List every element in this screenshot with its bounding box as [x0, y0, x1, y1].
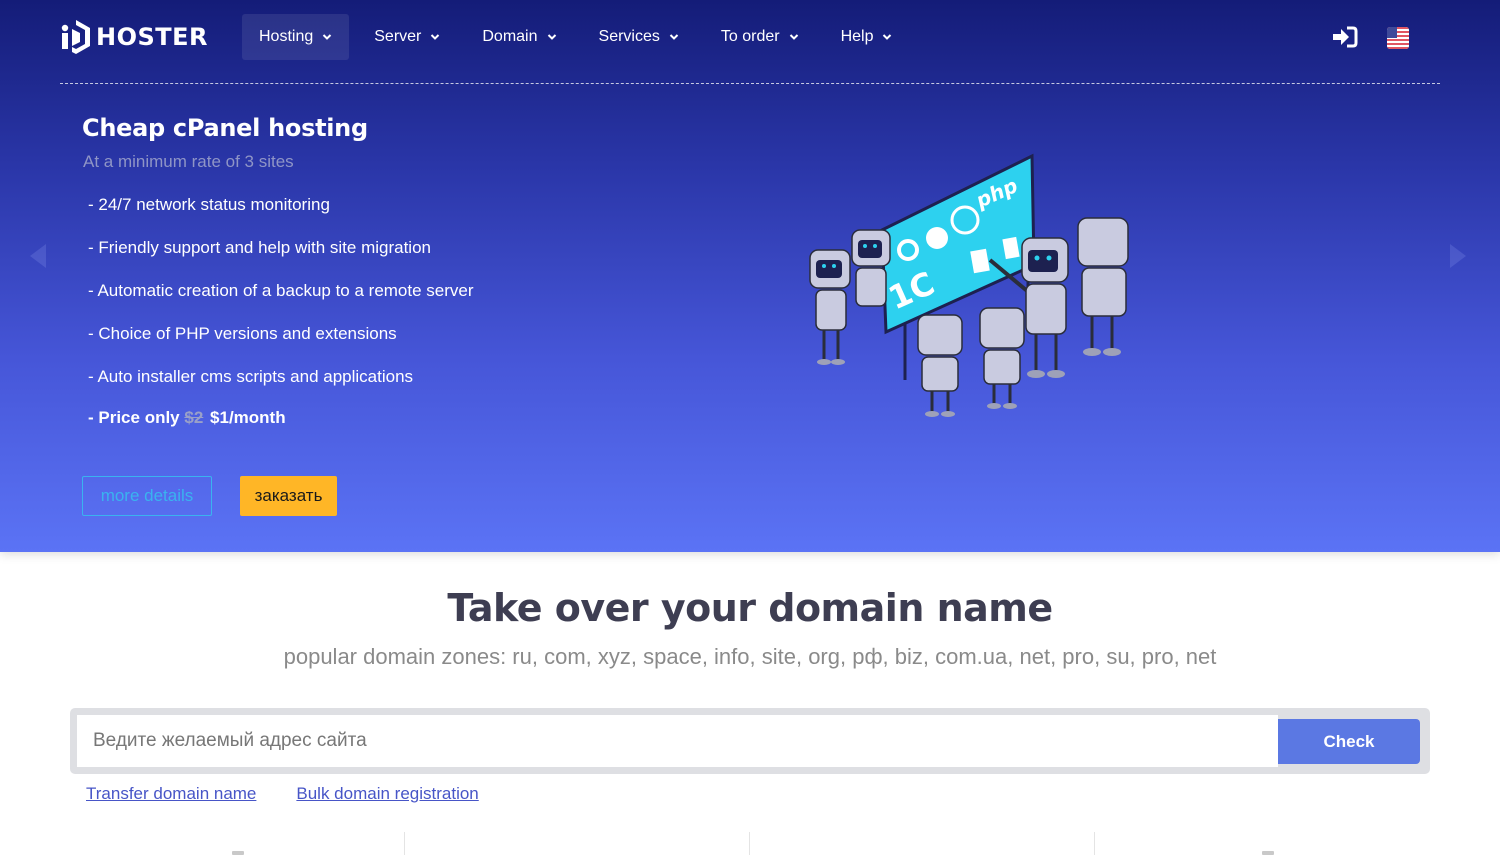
domain-section-title: Take over your domain name	[447, 586, 1053, 630]
more-details-button[interactable]: more details	[82, 476, 212, 516]
nav-item-domain[interactable]: Domain	[465, 14, 573, 60]
feature-item: - Automatic creation of a backup to a re…	[88, 281, 474, 300]
nav-item-server[interactable]: Server	[357, 14, 457, 60]
brand-name: HOSTER	[96, 23, 209, 51]
chevron-down-icon	[789, 34, 798, 40]
nav-item-services[interactable]: Services	[582, 14, 696, 60]
feature-item: - Auto installer cms scripts and applica…	[88, 367, 414, 386]
domain-search-input[interactable]	[77, 715, 1278, 767]
column-divider	[404, 832, 405, 855]
main-nav: Hosting Server Domain Services To order …	[242, 14, 909, 60]
column-divider	[1094, 832, 1095, 855]
old-price: $2	[184, 408, 204, 427]
nav-item-label: To order	[720, 28, 780, 45]
domain-links: Transfer domain name Bulk domain registr…	[86, 784, 479, 804]
chevron-down-icon	[669, 34, 679, 40]
sign-in-icon[interactable]	[1332, 26, 1358, 48]
hoster-logo-icon	[61, 20, 90, 54]
nav-item-label: Services	[598, 28, 660, 45]
column-icon-partial	[1262, 851, 1274, 855]
price-prefix: - Price only	[88, 408, 180, 427]
new-price: $1/month	[210, 408, 286, 427]
nav-item-hosting[interactable]: Hosting	[242, 14, 350, 60]
robots-presenting-cms-board-illustration: php 1C	[809, 153, 1129, 417]
order-button[interactable]: заказать	[240, 476, 337, 516]
chevron-down-icon	[547, 34, 556, 40]
price-line: - Price only $2 $1/month	[88, 408, 286, 428]
check-domain-button[interactable]: Check	[1278, 719, 1420, 764]
nav-item-label: Help	[840, 28, 874, 45]
domain-search-box: Check	[70, 708, 1430, 774]
chevron-down-icon	[431, 34, 440, 40]
chevron-down-icon	[323, 34, 332, 40]
feature-item: - Choice of PHP versions and extensions	[88, 324, 397, 343]
nav-item-to-order[interactable]: To order	[704, 14, 816, 60]
us-flag-icon[interactable]	[1387, 27, 1409, 49]
brand-logo[interactable]: HOSTER	[60, 18, 208, 56]
popular-domain-zones: popular domain zones: ru, com, xyz, spac…	[283, 644, 1217, 669]
hero-banner: HOSTER Hosting Server Domain Services To…	[0, 0, 1500, 552]
feature-item: - Friendly support and help with site mi…	[88, 238, 431, 257]
bulk-registration-link[interactable]: Bulk domain registration	[296, 784, 478, 804]
chevron-down-icon	[883, 34, 892, 40]
carousel-next-icon[interactable]	[1448, 242, 1468, 270]
hero-subtitle: At a minimum rate of 3 sites	[83, 152, 294, 171]
nav-item-label: Server	[374, 28, 422, 45]
column-icon-partial	[232, 851, 244, 855]
feature-item: - 24/7 network status monitoring	[88, 195, 330, 214]
nav-item-label: Hosting	[259, 28, 314, 45]
hero-title: Cheap cPanel hosting	[82, 114, 368, 142]
nav-item-label: Domain	[482, 28, 538, 45]
column-divider	[749, 832, 750, 855]
carousel-prev-icon[interactable]	[28, 242, 48, 270]
nav-item-help[interactable]: Help	[824, 14, 910, 60]
transfer-domain-link[interactable]: Transfer domain name	[86, 784, 256, 804]
header-divider	[60, 83, 1440, 84]
feature-list: - 24/7 network status monitoring - Frien…	[88, 194, 474, 409]
